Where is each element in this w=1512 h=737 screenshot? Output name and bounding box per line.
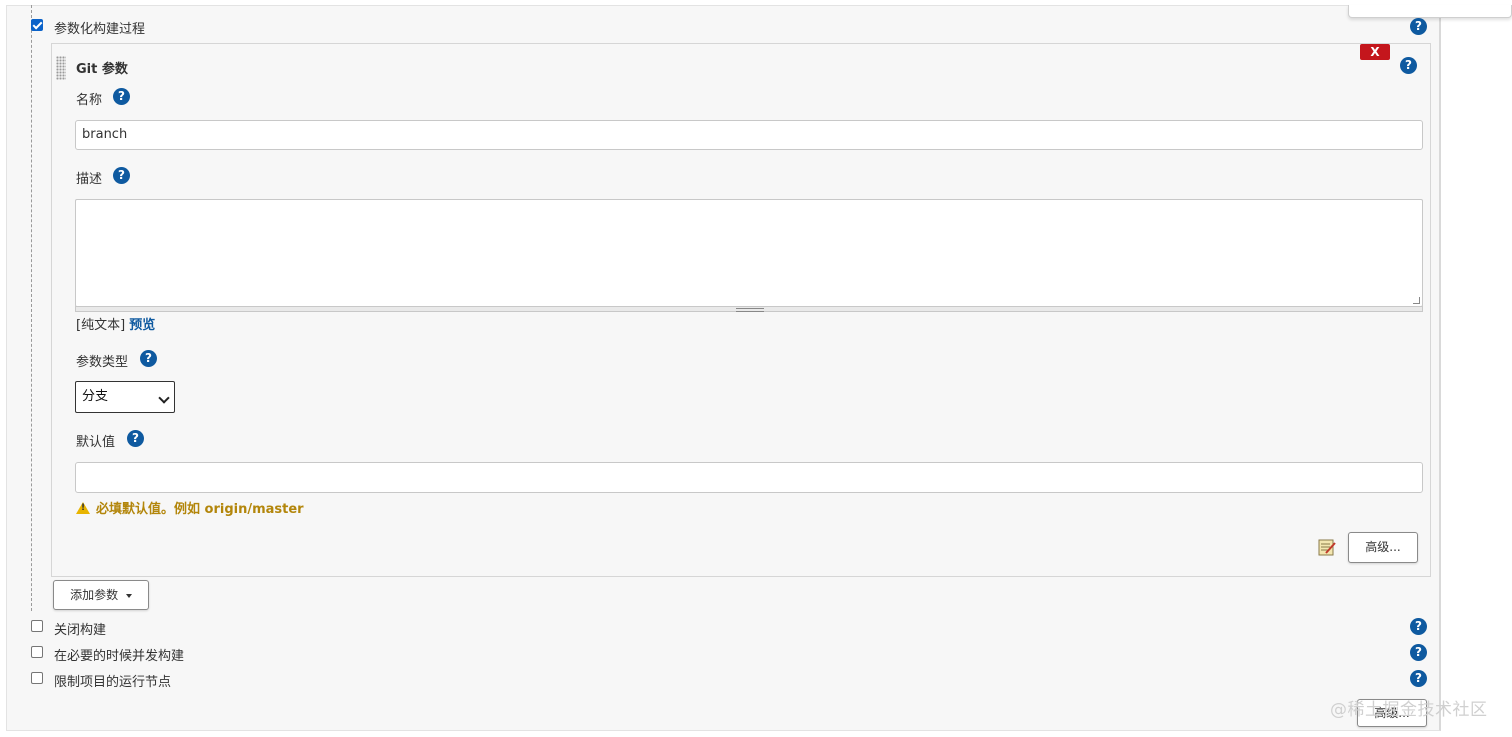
section-guide-line [31,5,32,611]
markup-format-label: [纯文本] [76,318,126,333]
parameter-type-select[interactable]: 分支 [75,381,175,413]
default-value-input[interactable] [75,462,1423,493]
floating-tooltip-edge [1348,5,1512,18]
help-icon[interactable]: ? [1410,644,1427,661]
drag-handle-icon[interactable] [56,56,66,80]
parameter-type-value: 分支 [82,389,109,404]
notepad-icon[interactable] [1317,537,1337,557]
preview-link[interactable]: 预览 [129,318,155,333]
help-icon[interactable]: ? [1410,18,1427,35]
help-icon[interactable]: ? [1410,670,1427,687]
advanced-button[interactable]: 高级... [1348,532,1418,563]
chevron-down-icon [158,392,170,404]
help-icon[interactable]: ? [1400,57,1417,74]
name-input[interactable]: branch [75,120,1423,150]
concurrent-build-checkbox[interactable] [31,646,43,658]
restrict-node-checkbox[interactable] [31,672,43,684]
caret-down-icon [125,593,132,598]
parameterized-build-label: 参数化构建过程 [54,22,146,37]
git-parameter-title: Git 参数 [76,62,128,77]
disable-build-label: 关闭构建 [54,623,107,638]
watermark: @稀土掘金技术社区 [1330,700,1488,720]
warning-icon [76,502,90,514]
help-icon[interactable]: ? [127,430,144,447]
markup-format: [纯文本] 预览 [76,314,155,333]
delete-parameter-button[interactable]: X [1360,44,1390,60]
default-value-label: 默认值 [76,435,116,450]
resize-corner-icon[interactable] [1413,297,1420,304]
name-label: 名称 [76,93,103,108]
help-icon[interactable]: ? [1410,618,1427,635]
concurrent-build-label: 在必要的时候并发构建 [54,649,185,664]
help-icon[interactable]: ? [113,167,130,184]
disable-build-checkbox[interactable] [31,620,43,632]
add-parameter-button[interactable]: 添加参数 [53,580,149,610]
description-label: 描述 [76,172,103,187]
help-icon[interactable]: ? [140,350,157,367]
warning-text: 必填默认值。例如 origin/master [96,502,304,517]
description-textarea[interactable] [75,199,1423,307]
parameter-type-label: 参数类型 [76,355,129,370]
parameterized-build-checkbox[interactable] [31,19,43,31]
textarea-resize-grip[interactable] [75,306,1423,312]
add-parameter-label: 添加参数 [70,588,119,602]
help-icon[interactable]: ? [113,88,130,105]
restrict-node-label: 限制项目的运行节点 [54,675,172,690]
default-value-warning: 必填默认值。例如 origin/master [76,498,304,517]
